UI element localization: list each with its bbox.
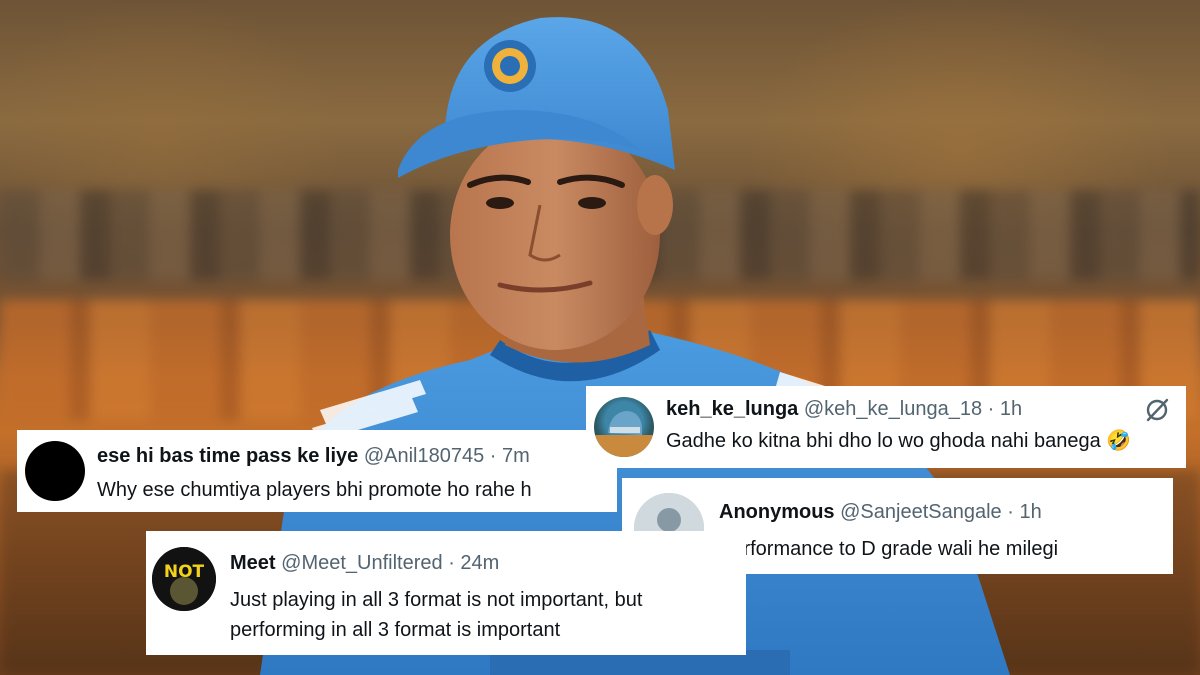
player-face — [450, 120, 660, 350]
tweet-card[interactable]: keh_ke_lunga @keh_ke_lunga_18 · 1h Gadhe… — [586, 386, 1186, 468]
user-handle[interactable]: @Anil180745 — [364, 445, 484, 467]
separator-dot: · — [489, 445, 497, 467]
tweet-header: Meet @Meet_Unfiltered · 24m — [230, 551, 499, 575]
user-handle[interactable]: @Meet_Unfiltered — [281, 552, 442, 574]
timestamp[interactable]: 24m — [460, 552, 499, 574]
tweet-header: keh_ke_lunga @keh_ke_lunga_18 · 1h — [666, 397, 1022, 421]
grok-icon[interactable] — [1144, 397, 1170, 423]
tweet-header: ese hi bas time pass ke liye @Anil180745… — [97, 444, 530, 468]
avatar-logo-text: NOT — [164, 562, 205, 582]
timestamp[interactable]: 1h — [1019, 501, 1041, 523]
display-name[interactable]: keh_ke_lunga — [666, 398, 798, 420]
separator-dot: · — [448, 552, 455, 574]
separator-dot: · — [1007, 501, 1014, 523]
user-handle[interactable]: @SanjeetSangale — [840, 501, 1002, 523]
black-circle-avatar-icon[interactable] — [25, 441, 85, 501]
tweet-card[interactable]: NOT Meet @Meet_Unfiltered · 24m Just pla… — [146, 531, 746, 655]
separator-dot: · — [987, 398, 995, 420]
tweet-header: Anonymous @SanjeetSangale · 1h — [719, 500, 1042, 524]
display-name[interactable]: Meet — [230, 552, 276, 574]
tweet-card[interactable]: ese hi bas time pass ke liye @Anil180745… — [17, 430, 617, 512]
tweet-text: Just playing in all 3 format is not impo… — [230, 589, 643, 641]
user-handle[interactable]: @keh_ke_lunga_18 — [804, 398, 982, 420]
timestamp[interactable]: 1h — [1000, 398, 1022, 420]
tweet-text: Performance to D grade wali he milegi — [719, 538, 1059, 560]
tweet-text: Why ese chumtiya players bhi promote ho … — [97, 479, 532, 501]
not-logo-avatar-icon[interactable]: NOT — [152, 547, 216, 611]
tweet-text: Gadhe ko kitna bhi dho lo wo ghoda nahi … — [666, 430, 1132, 452]
display-name[interactable]: ese hi bas time pass ke liye — [97, 445, 358, 467]
display-name[interactable]: Anonymous — [719, 501, 835, 523]
timestamp[interactable]: 7m — [502, 445, 530, 467]
helmet-avatar-icon[interactable] — [594, 397, 654, 457]
